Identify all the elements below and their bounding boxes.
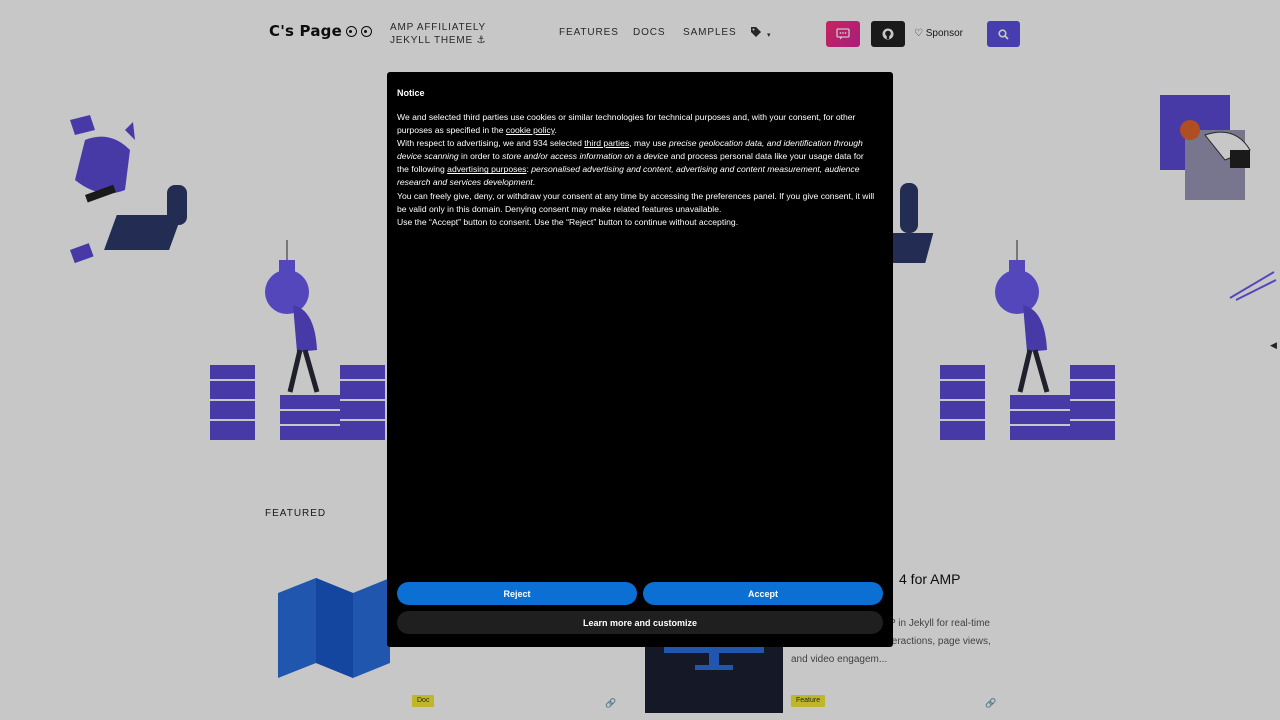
text: in order to bbox=[458, 151, 503, 162]
consent-paragraph-4: Use the “Accept” button to consent. Use … bbox=[397, 216, 739, 227]
dialog-body: We and selected third parties use cookie… bbox=[397, 111, 875, 229]
dialog-title: Notice bbox=[397, 88, 425, 98]
advertising-purposes-link[interactable]: advertising purposes bbox=[447, 164, 526, 174]
cookie-consent-dialog: Notice We and selected third parties use… bbox=[387, 72, 893, 647]
sidebar-toggle-icon[interactable]: ◀ bbox=[1270, 340, 1277, 351]
text: , may use bbox=[629, 138, 669, 149]
text: . bbox=[532, 177, 536, 188]
consent-paragraph-2: With respect to advertising, we and 934 … bbox=[397, 137, 875, 189]
text-emphasis: store and/or access information on a dev… bbox=[502, 151, 669, 162]
learn-more-customize-button[interactable]: Learn more and customize bbox=[397, 611, 883, 634]
accept-button[interactable]: Accept bbox=[643, 582, 883, 605]
consent-paragraph-3: You can freely give, deny, or withdraw y… bbox=[397, 190, 875, 214]
cookie-policy-link[interactable]: cookie policy bbox=[506, 125, 555, 135]
consent-paragraph-1: We and selected third parties use cookie… bbox=[397, 111, 875, 137]
text: We and selected third parties use cookie… bbox=[397, 112, 856, 136]
reject-button[interactable]: Reject bbox=[397, 582, 637, 605]
text: . bbox=[554, 125, 557, 136]
third-parties-link[interactable]: third parties bbox=[584, 138, 629, 148]
text: With respect to advertising, we and 934 … bbox=[397, 138, 585, 149]
